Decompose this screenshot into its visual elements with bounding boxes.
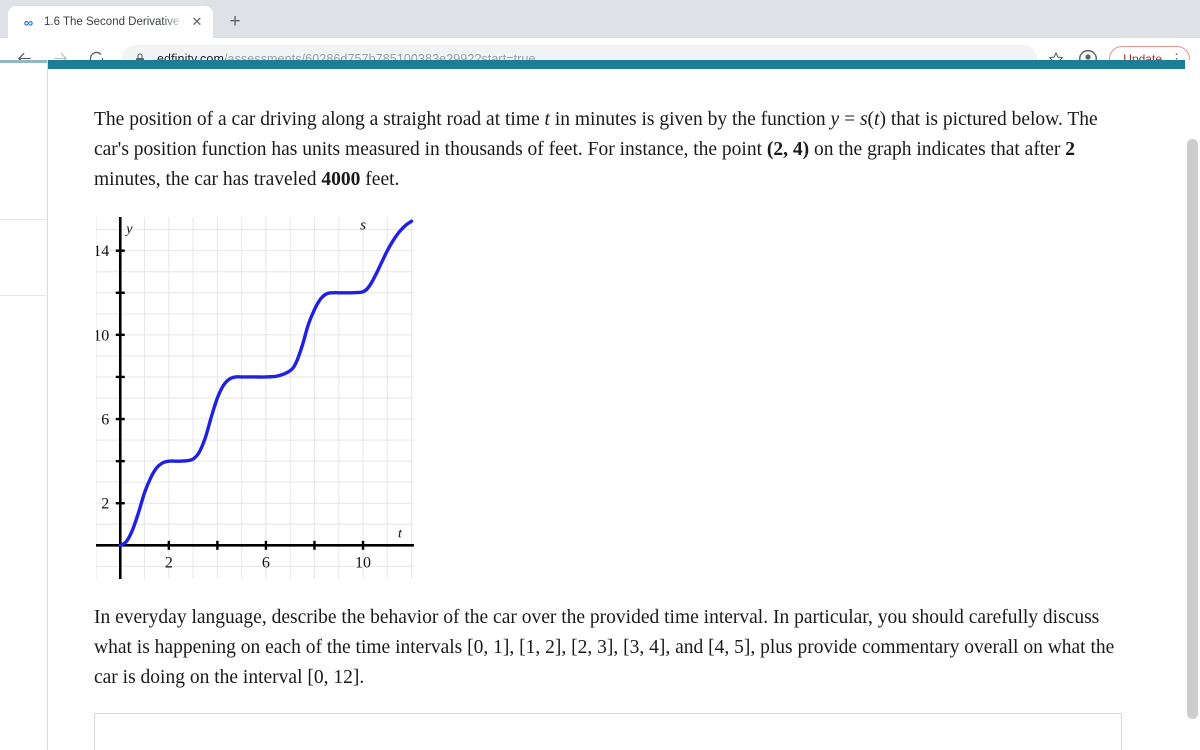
svg-text:14: 14 <box>96 243 109 260</box>
rail-divider <box>0 219 48 220</box>
position-function-graph: 2 6 10 2 6 10 14 y t s <box>96 217 414 579</box>
svg-text:2: 2 <box>101 496 109 513</box>
infinity-favicon-icon: ∞ <box>23 14 33 30</box>
svg-text:6: 6 <box>101 412 109 429</box>
page-viewport: The position of a car driving along a st… <box>0 60 1200 750</box>
svg-text:6: 6 <box>262 554 270 571</box>
answer-textarea[interactable] <box>94 712 1122 750</box>
close-tab-icon[interactable]: ✕ <box>189 14 205 30</box>
minutes-value: 2 <box>1065 139 1075 160</box>
svg-text:10: 10 <box>355 554 371 571</box>
interval-3-4: [3, 4] <box>623 637 666 658</box>
function-s: s <box>859 109 868 130</box>
page-scrollbar-thumb[interactable] <box>1187 139 1198 719</box>
variable-y: y <box>830 109 840 130</box>
sep-4: , and <box>665 637 709 658</box>
point-coordinates: (2, 4) <box>766 139 810 160</box>
svg-text:10: 10 <box>96 327 109 344</box>
svg-text:s: s <box>360 218 366 234</box>
problem-text-a: The position of a car driving along a st… <box>94 109 545 130</box>
graph-svg: 2 6 10261014yts <box>96 217 414 579</box>
rail-divider <box>0 295 48 296</box>
equals-sign: = <box>839 109 860 130</box>
question-text-c: . <box>359 667 365 688</box>
question-paragraph: In everyday language, describe the behav… <box>94 603 1134 693</box>
sep-1: , <box>509 637 520 658</box>
problem-statement-paragraph: The position of a car driving along a st… <box>94 105 1134 195</box>
new-tab-button[interactable]: + <box>221 8 249 36</box>
rail-top-accent <box>0 60 47 63</box>
browser-tab[interactable]: ∞ 1.6 The Second Derivative (Pre ✕ <box>8 6 213 38</box>
svg-text:2: 2 <box>165 554 173 571</box>
problem-text-f: feet. <box>360 169 400 190</box>
interval-2-3: [2, 3] <box>571 637 614 658</box>
interval-0-12: [0, 12] <box>307 667 360 688</box>
browser-tab-title: 1.6 The Second Derivative (Pre <box>44 16 185 28</box>
problem-text-b: in minutes is given by the function <box>549 109 831 130</box>
interval-4-5: [4, 5] <box>708 637 751 658</box>
sep-3: , <box>613 637 624 658</box>
assessment-content: The position of a car driving along a st… <box>48 60 1185 750</box>
interval-0-1: [0, 1] <box>467 637 510 658</box>
sep-2: , <box>561 637 572 658</box>
feet-value: 4000 <box>321 169 361 190</box>
interval-1-2: [1, 2] <box>519 637 562 658</box>
problem-text-e: minutes, the car has traveled <box>94 169 322 190</box>
browser-tabstrip: ∞ 1.6 The Second Derivative (Pre ✕ + <box>0 0 1200 38</box>
left-sidebar-rail <box>0 60 48 750</box>
svg-text:y: y <box>124 222 133 237</box>
page-scrollbar-track[interactable] <box>1185 60 1200 750</box>
browser-window: ∞ 1.6 The Second Derivative (Pre ✕ + edf… <box>0 0 1200 750</box>
problem-text-d: on the graph indicates that after <box>809 139 1066 160</box>
